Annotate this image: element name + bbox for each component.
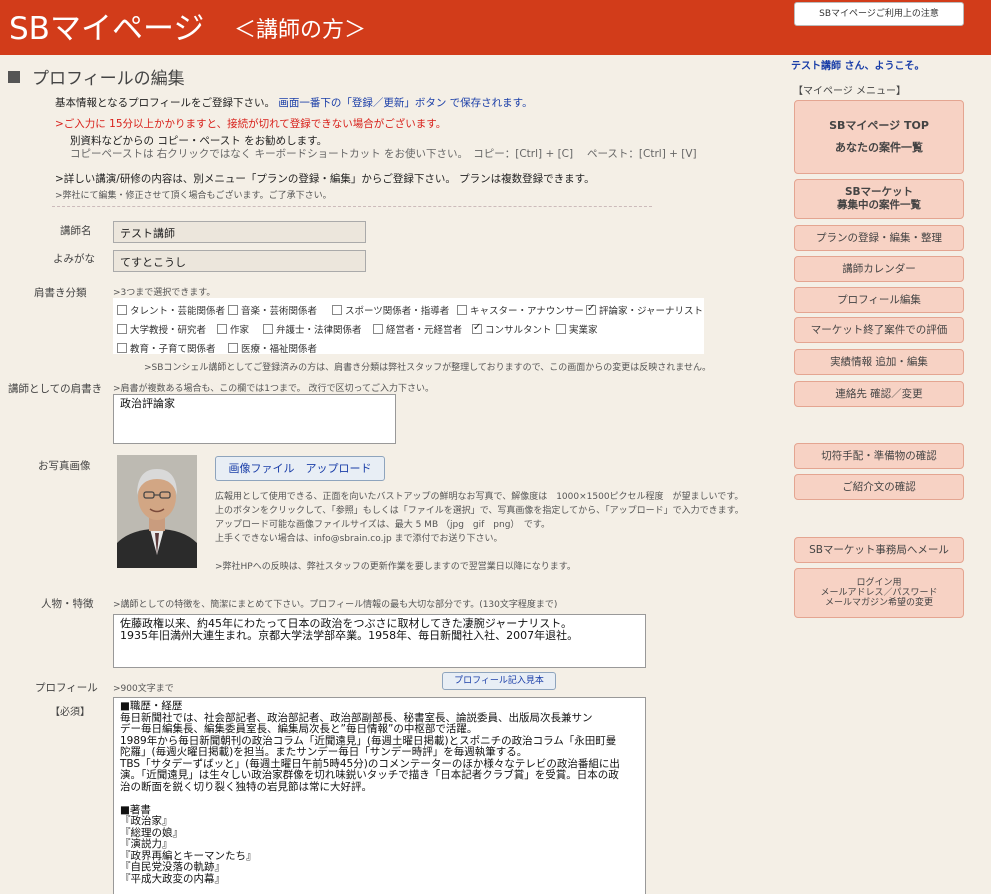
- mypage-top-button[interactable]: SBマイページ TOP あなたの案件一覧: [794, 100, 964, 174]
- welcome-message: テスト講師 さん、ようこそ。: [791, 61, 925, 72]
- name-label: 講師名: [60, 225, 92, 237]
- checkbox-icon: [263, 324, 273, 334]
- category-checkbox-group: タレント・芸能関係者 音楽・芸術関係者 スポーツ関係者・指導者 キャスター・アナ…: [113, 298, 704, 355]
- speaker-photo: [117, 455, 197, 568]
- required-label: 【必須】: [50, 707, 90, 718]
- person-portrait-icon: [117, 455, 197, 568]
- category-checkbox[interactable]: 教育・子育て関係者: [117, 341, 216, 355]
- office-mail-button[interactable]: SBマーケット事務局へメール: [794, 537, 964, 563]
- profile-text-line: [120, 793, 639, 805]
- achievements-button[interactable]: 実績情報 追加・編集: [794, 349, 964, 375]
- checkbox-icon: [228, 305, 238, 315]
- page-title: プロフィールの編集: [8, 64, 185, 89]
- profile-text-line: 陀羅」(毎週火曜日掲載)を担当。またサンデー毎日「サンデー時評」を毎週執筆する。: [120, 746, 528, 758]
- divider: [52, 206, 652, 207]
- intro-text-button[interactable]: ご紹介文の確認: [794, 474, 964, 500]
- plan-edit-button[interactable]: プランの登録・編集・整理: [794, 225, 964, 251]
- checkbox-icon: [228, 343, 238, 353]
- feature-hint: >講師としての特徴を、簡潔にまとめて下さい。プロフィール情報の最も大切な部分です…: [113, 600, 558, 610]
- checkbox-checked-icon: [586, 303, 596, 315]
- category-checkbox[interactable]: 経営者・元経営者: [373, 322, 462, 336]
- tickets-button[interactable]: 切符手配・準備物の確認: [794, 443, 964, 469]
- position-textarea[interactable]: 政治評論家: [113, 394, 396, 444]
- category-checkbox[interactable]: 音楽・芸術関係者: [228, 303, 317, 317]
- edit-note: >弊社にて編集・修正させて頂く場合もございます。ご了承下さい。: [55, 191, 332, 201]
- checkbox-icon: [332, 305, 342, 315]
- position-hint: >肩書が複数ある場合も、この欄では1つまで。 改行で区切ってご入力下さい。: [113, 384, 435, 394]
- photo-desc: >弊社HPへの反映は、弊社スタッフの更新作業を要しますので翌営業日以降になります…: [215, 562, 576, 572]
- menu-heading: 【マイページ メニュー】: [793, 86, 906, 97]
- feature-textarea[interactable]: 佐藤政権以来、約45年にわたって日本の政治をつぶさに取材してきた凄腕ジャーナリス…: [113, 614, 646, 668]
- kana-field[interactable]: てすとこうし: [113, 250, 366, 272]
- photo-desc: 広報用として使用できる、正面を向いたバストアップの鮮明なお写真で、解像度は 10…: [215, 492, 744, 502]
- profile-text-line: 『平成大政変の内幕』: [120, 872, 225, 885]
- category-label: 肩書き分類: [34, 287, 87, 299]
- market-button[interactable]: SBマーケット 募集中の案件一覧: [794, 179, 964, 219]
- category-checkbox[interactable]: 医療・福祉関係者: [228, 341, 317, 355]
- category-checkbox[interactable]: スポーツ関係者・指導者: [332, 303, 449, 317]
- app-subtitle: ＜講師の方＞: [234, 18, 367, 43]
- intro-text: 基本情報となるプロフィールをご登録下さい。 画面一番下の「登録／更新」ボタン で…: [55, 97, 533, 109]
- profile-sample-button[interactable]: プロフィール記入見本: [442, 672, 556, 690]
- photo-desc: 上のボタンをクリックして、「参照」もしくは「ファイルを選択」で、写真画像を指定し…: [215, 506, 744, 516]
- checkbox-icon: [117, 305, 127, 315]
- checkbox-checked-icon: [472, 322, 482, 334]
- photo-desc: アップロード可能な画像ファイルサイズは、最大 5 MB （jpg gif png…: [215, 520, 551, 530]
- photo-desc: 上手くできない場合は、info@sbrain.co.jp まで添付でお送り下さい…: [215, 534, 503, 544]
- profile-text-line: ■著書: [120, 803, 151, 816]
- usage-notice-button[interactable]: SBマイページご利用上の注意: [794, 2, 964, 26]
- profile-text-line: 『政治家』: [120, 815, 173, 827]
- feature-label: 人物・特徴: [41, 598, 94, 610]
- checkbox-icon: [117, 343, 127, 353]
- page-header: SBマイページ ＜講師の方＞ SBマイページご利用上の注意: [0, 0, 991, 55]
- category-checkbox[interactable]: コンサルタント: [472, 322, 552, 336]
- profile-textarea[interactable]: ■職歴・経歴 毎日新聞社では、社会部記者、政治部記者、政治部副部長、秘書室長、論…: [113, 697, 646, 894]
- kana-label: よみがな: [53, 253, 95, 265]
- image-upload-button[interactable]: 画像ファイル アップロード: [215, 456, 385, 481]
- checkbox-icon: [457, 305, 467, 315]
- market-review-button[interactable]: マーケット終了案件での評価: [794, 317, 964, 343]
- category-hint: >3つまで選択できます。: [113, 288, 216, 298]
- checkbox-icon: [117, 324, 127, 334]
- timeout-warning: >ご入力に 15分以上かかりますと、接続が切れて登録できない場合がございます。: [55, 118, 447, 130]
- profile-text-line: ■職歴・経歴: [120, 700, 183, 712]
- profile-hint: >900文字まで: [113, 684, 174, 694]
- profile-text-line: 『自民党没落の軌跡』: [120, 861, 225, 873]
- category-checkbox[interactable]: タレント・芸能関係者: [117, 303, 225, 317]
- app-title: SBマイページ: [9, 11, 205, 47]
- category-checkbox[interactable]: 評論家・ジャーナリスト: [586, 303, 703, 317]
- profile-text-line: デー毎日編集長、編集委員室長、編集局次長と”毎日情報”の中枢部で活躍。: [120, 723, 478, 735]
- intro-save-instruction: 画面一番下の「登録／更新」ボタン で保存されます。: [278, 97, 533, 109]
- plan-note: >詳しい講演/研修の内容は、別メニュー「プランの登録・編集」からご登録下さい。 …: [55, 173, 595, 185]
- square-bullet-icon: [8, 71, 20, 83]
- checkbox-icon: [217, 324, 227, 334]
- contact-info-button[interactable]: 連絡先 確認／変更: [794, 381, 964, 407]
- name-field[interactable]: テスト講師: [113, 221, 366, 243]
- login-settings-button[interactable]: ログイン用 メールアドレス／パスワード メールマガジン希望の変更: [794, 568, 964, 618]
- category-checkbox[interactable]: キャスター・アナウンサー: [457, 303, 584, 317]
- category-checkbox[interactable]: 大学教授・研究者: [117, 322, 206, 336]
- category-checkbox[interactable]: 作家: [217, 322, 249, 336]
- profile-text-line: 治の断面を鋭く切り裂く独特の岩見節は常に大好評。: [120, 780, 372, 793]
- profile-text-line: 『演説力』: [120, 838, 173, 850]
- category-checkbox[interactable]: 弁護士・法律関係者: [263, 322, 362, 336]
- profile-text-line: 演。「近聞遠見」は生々しい政治家群像を切れ味鋭いタッチで描き「日本記者クラブ賞」…: [120, 769, 619, 781]
- checkbox-icon: [556, 324, 566, 334]
- photo-label: お写真画像: [38, 460, 91, 472]
- feature-text-line: 1935年旧満州大連生まれ。京都大学法学部卒業。1958年、毎日新聞社入社、20…: [120, 629, 579, 642]
- copy-shortcut-tip: コピーペーストは 右クリックではなく キーボードショートカット をお使い下さい。…: [70, 148, 697, 160]
- profile-edit-button[interactable]: プロフィール編集: [794, 287, 964, 313]
- checkbox-icon: [373, 324, 383, 334]
- position-label: 講師としての肩書き: [8, 383, 103, 395]
- category-note: >SBコンシェル講師としてご登録済みの方は、肩書き分類は弊社スタッフが整理してお…: [144, 363, 711, 373]
- profile-text-line: 『総理の娘』: [120, 826, 183, 839]
- calendar-button[interactable]: 講師カレンダー: [794, 256, 964, 282]
- category-checkbox[interactable]: 実業家: [556, 322, 598, 336]
- profile-label: プロフィール: [35, 682, 98, 694]
